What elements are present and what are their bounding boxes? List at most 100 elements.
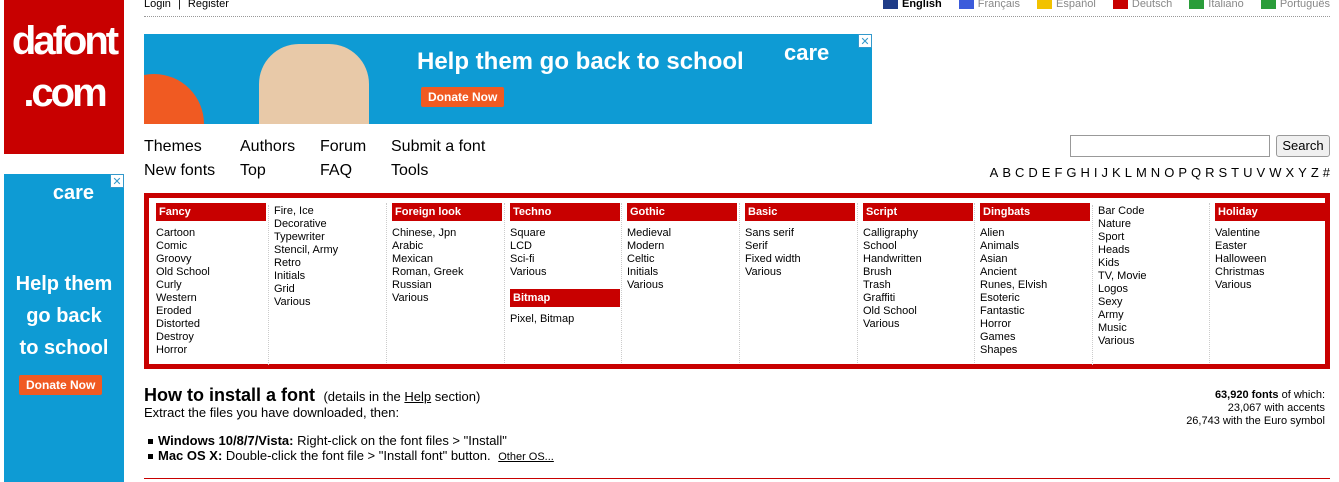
- menu-new-fonts[interactable]: New fonts: [144, 162, 215, 180]
- alphabet-letter[interactable]: R: [1205, 165, 1214, 180]
- category-link[interactable]: Various: [274, 296, 384, 309]
- category-link[interactable]: Various: [745, 266, 855, 279]
- category-link[interactable]: Ancient: [980, 266, 1090, 279]
- alphabet-letter[interactable]: T: [1231, 165, 1239, 180]
- category-link[interactable]: Arabic: [392, 240, 502, 253]
- alphabet-letter[interactable]: Z: [1311, 165, 1319, 180]
- category-link[interactable]: Initials: [274, 270, 384, 283]
- alphabet-letter[interactable]: X: [1285, 165, 1294, 180]
- alphabet-letter[interactable]: D: [1028, 165, 1037, 180]
- category-link[interactable]: Various: [1215, 279, 1325, 292]
- category-link[interactable]: School: [863, 240, 973, 253]
- banner-donate-button[interactable]: Donate Now: [421, 87, 505, 107]
- category-link[interactable]: Pixel, Bitmap: [510, 313, 620, 326]
- category-link[interactable]: Alien: [980, 227, 1090, 240]
- category-link[interactable]: Initials: [627, 266, 737, 279]
- category-link[interactable]: Celtic: [627, 253, 737, 266]
- alphabet-letter[interactable]: N: [1151, 165, 1160, 180]
- category-link[interactable]: Kids: [1098, 257, 1208, 270]
- category-link[interactable]: Grid: [274, 283, 384, 296]
- lang-spanish[interactable]: Español: [1037, 0, 1096, 10]
- category-link[interactable]: Various: [627, 279, 737, 292]
- category-link[interactable]: TV, Movie: [1098, 270, 1208, 283]
- alphabet-letter[interactable]: Y: [1298, 165, 1307, 180]
- help-link[interactable]: Help: [404, 389, 431, 404]
- category-link[interactable]: Trash: [863, 279, 973, 292]
- category-link[interactable]: Calligraphy: [863, 227, 973, 240]
- menu-themes[interactable]: Themes: [144, 138, 202, 156]
- login-link[interactable]: Login: [144, 0, 171, 10]
- category-link[interactable]: Cartoon: [156, 227, 266, 240]
- category-link[interactable]: Easter: [1215, 240, 1325, 253]
- category-link[interactable]: Heads: [1098, 244, 1208, 257]
- register-link[interactable]: Register: [188, 0, 229, 10]
- menu-tools[interactable]: Tools: [391, 162, 428, 180]
- category-link[interactable]: Curly: [156, 279, 266, 292]
- alphabet-letter[interactable]: K: [1112, 165, 1121, 180]
- alphabet-letter[interactable]: H: [1081, 165, 1090, 180]
- category-link[interactable]: Chinese, Jpn: [392, 227, 502, 240]
- side-advertisement[interactable]: ✕ care Help them go back to school Donat…: [4, 174, 124, 482]
- menu-faq[interactable]: FAQ: [320, 162, 352, 180]
- category-link[interactable]: Comic: [156, 240, 266, 253]
- search-button[interactable]: Search: [1276, 135, 1330, 157]
- category-link[interactable]: Animals: [980, 240, 1090, 253]
- banner-advertisement[interactable]: ✕ Help them go back to school care Donat…: [144, 34, 872, 124]
- lang-italian[interactable]: Italiano: [1189, 0, 1244, 10]
- lang-portuguese[interactable]: Português: [1260, 0, 1330, 10]
- menu-top[interactable]: Top: [240, 162, 266, 180]
- category-link[interactable]: Halloween: [1215, 253, 1325, 266]
- category-header-fancy[interactable]: Fancy: [156, 203, 266, 221]
- category-link[interactable]: Roman, Greek: [392, 266, 502, 279]
- alphabet-letter[interactable]: G: [1066, 165, 1076, 180]
- alphabet-letter[interactable]: J: [1102, 165, 1109, 180]
- menu-authors[interactable]: Authors: [240, 138, 295, 156]
- dafont-logo[interactable]: dafont .com: [4, 0, 124, 154]
- category-link[interactable]: Sci-fi: [510, 253, 620, 266]
- category-header-foreign-look[interactable]: Foreign look: [392, 203, 502, 221]
- menu-forum[interactable]: Forum: [320, 138, 366, 156]
- search-input[interactable]: [1070, 135, 1270, 157]
- category-link[interactable]: Modern: [627, 240, 737, 253]
- category-link[interactable]: Esoteric: [980, 292, 1090, 305]
- category-link[interactable]: Old School: [863, 305, 973, 318]
- alphabet-letter[interactable]: P: [1178, 165, 1187, 180]
- category-link[interactable]: Valentine: [1215, 227, 1325, 240]
- category-link[interactable]: Nature: [1098, 218, 1208, 231]
- lang-german[interactable]: Deutsch: [1112, 0, 1172, 10]
- category-link[interactable]: Fixed width: [745, 253, 855, 266]
- category-link[interactable]: Distorted: [156, 318, 266, 331]
- category-link[interactable]: Fantastic: [980, 305, 1090, 318]
- category-link[interactable]: Various: [392, 292, 502, 305]
- category-header-script[interactable]: Script: [863, 203, 973, 221]
- alphabet-letter[interactable]: B: [1002, 165, 1011, 180]
- category-link[interactable]: Retro: [274, 257, 384, 270]
- category-link[interactable]: Horror: [156, 344, 266, 357]
- alphabet-letter[interactable]: A: [990, 165, 999, 180]
- banner-close-icon[interactable]: ✕: [858, 34, 872, 48]
- category-link[interactable]: Runes, Elvish: [980, 279, 1090, 292]
- alphabet-letter[interactable]: O: [1164, 165, 1174, 180]
- category-link[interactable]: Games: [980, 331, 1090, 344]
- ad-donate-button[interactable]: Donate Now: [19, 375, 103, 395]
- category-link[interactable]: Brush: [863, 266, 973, 279]
- alphabet-letter[interactable]: C: [1015, 165, 1024, 180]
- category-link[interactable]: Groovy: [156, 253, 266, 266]
- category-link[interactable]: Old School: [156, 266, 266, 279]
- category-link[interactable]: Logos: [1098, 283, 1208, 296]
- category-link[interactable]: Graffiti: [863, 292, 973, 305]
- category-link[interactable]: Mexican: [392, 253, 502, 266]
- category-link[interactable]: LCD: [510, 240, 620, 253]
- alphabet-letter[interactable]: #: [1323, 165, 1330, 180]
- category-link[interactable]: Stencil, Army: [274, 244, 384, 257]
- category-link[interactable]: Western: [156, 292, 266, 305]
- category-header-dingbats[interactable]: Dingbats: [980, 203, 1090, 221]
- category-link[interactable]: Serif: [745, 240, 855, 253]
- other-os-link[interactable]: Other OS...: [498, 451, 554, 463]
- alphabet-letter[interactable]: V: [1257, 165, 1266, 180]
- category-link[interactable]: Russian: [392, 279, 502, 292]
- category-header-holiday[interactable]: Holiday: [1215, 203, 1325, 221]
- lang-english[interactable]: English: [883, 0, 942, 10]
- category-link[interactable]: Decorative: [274, 218, 384, 231]
- category-link[interactable]: Fire, Ice: [274, 205, 384, 218]
